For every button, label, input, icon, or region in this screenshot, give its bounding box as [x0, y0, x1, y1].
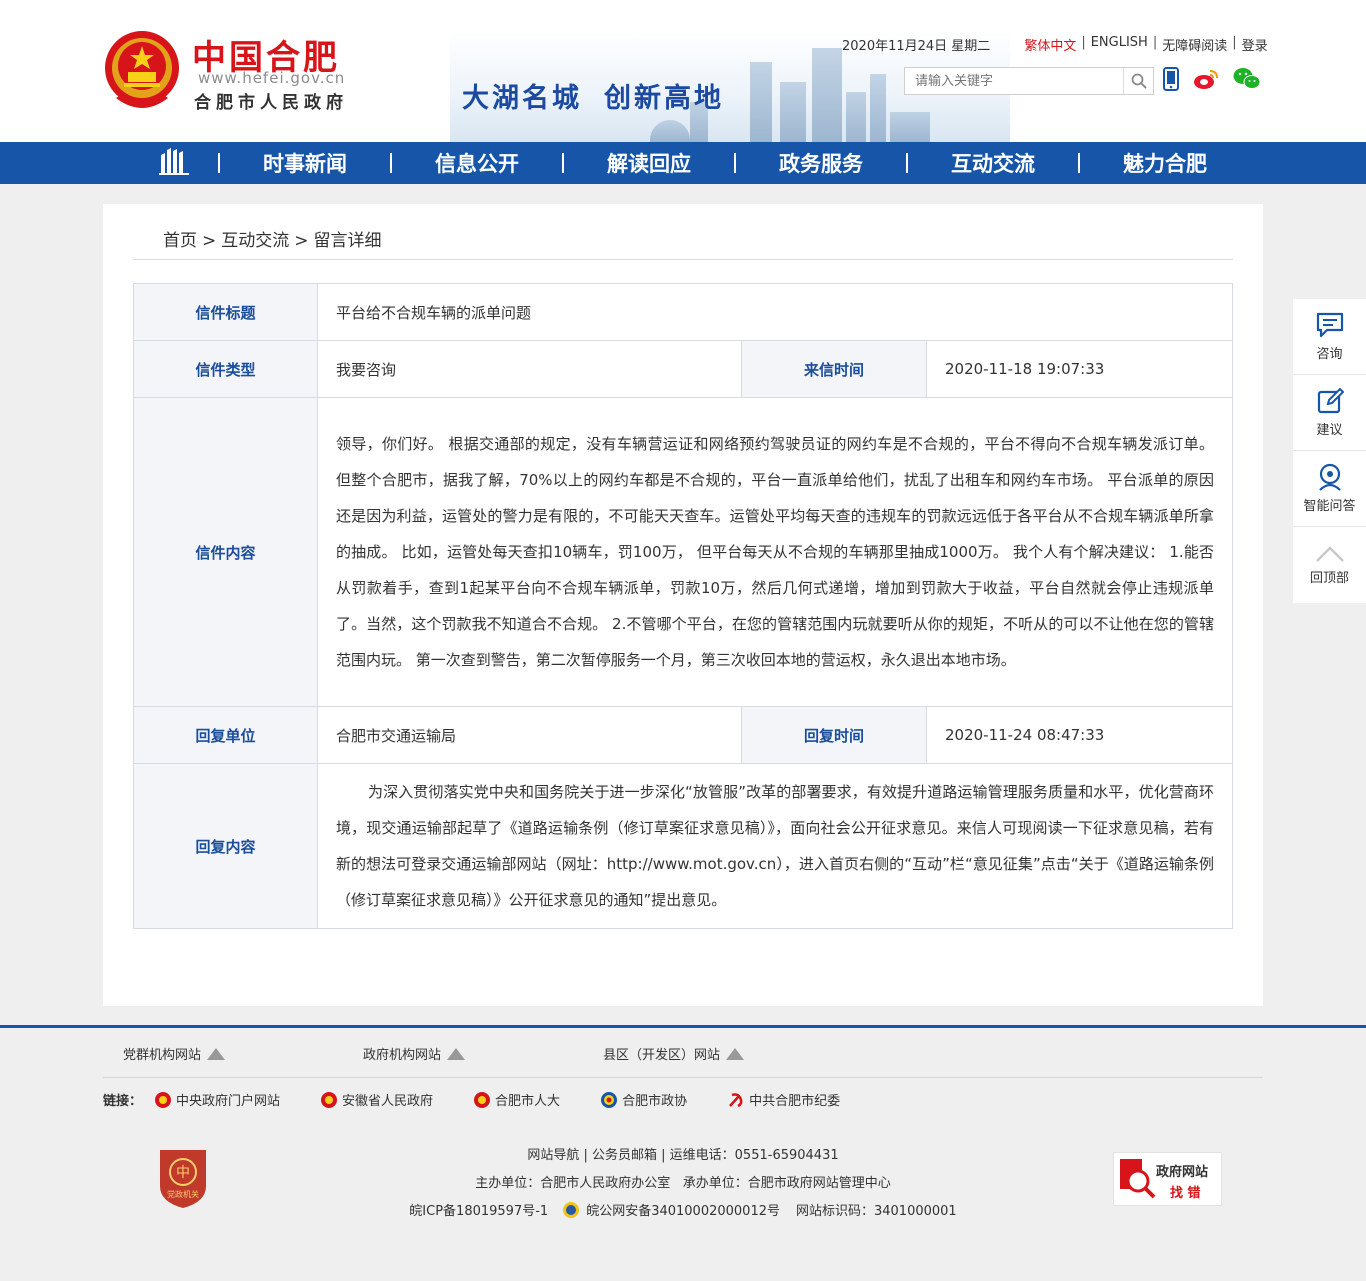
site-group-county-label: 县区（开发区）网站	[603, 1048, 721, 1063]
triangle-up-icon	[726, 1047, 745, 1060]
related-links: 链接： 中央政府门户网站 安徽省人民政府 合肥市人大 合肥市政协 中共合肥市纪委	[103, 1090, 840, 1109]
nav-charm-hefei[interactable]: 魅力合肥	[1080, 148, 1250, 178]
site-header: 中国合肥 www.hefei.gov.cn 合肥市人民政府 大湖名城 创新高地 2…	[0, 0, 1366, 142]
reply-time-label: 回复时间	[741, 706, 927, 764]
traditional-chinese-link[interactable]: 繁体中文	[1024, 35, 1076, 54]
consult-icon	[1316, 312, 1343, 338]
english-link[interactable]: ENGLISH	[1091, 35, 1148, 54]
link-hefei-discipline[interactable]: 中共合肥市纪委	[727, 1090, 840, 1109]
badge-right-top: 政府网站	[1156, 1165, 1209, 1180]
sidebar-consult-label: 咨询	[1316, 347, 1343, 362]
login-link[interactable]: 登录	[1242, 35, 1268, 54]
sidebar-suggest[interactable]: 建议	[1293, 375, 1366, 451]
search-button[interactable]	[1123, 68, 1153, 94]
edit-icon	[1317, 387, 1344, 414]
chevron-up-icon	[1315, 545, 1344, 562]
icp-record[interactable]: 皖ICP备18019597号-1	[409, 1200, 548, 1219]
letter-title-value: 平台给不合规车辆的派单问题	[317, 283, 1233, 341]
sidebar-back-to-top[interactable]: 回顶部	[1293, 527, 1366, 603]
brand-subtitle: 合肥市人民政府	[194, 93, 348, 113]
emblem-icon	[155, 1091, 172, 1108]
slogan-right: 创新高地	[604, 83, 724, 114]
slogan: 大湖名城 创新高地	[462, 76, 724, 115]
sidebar-smart-qa[interactable]: 智能问答	[1293, 451, 1366, 527]
accessible-reading-link[interactable]: 无障碍阅读	[1162, 35, 1227, 54]
smart-qa-icon	[1318, 463, 1341, 491]
floating-sidebar: 咨询 建议 智能问答 回顶部	[1293, 299, 1366, 603]
weibo-icon[interactable]	[1193, 68, 1219, 90]
current-date: 2020年11月24日 星期二	[842, 39, 991, 54]
letter-type-label: 信件类型	[133, 340, 318, 398]
letter-title-label: 信件标题	[133, 283, 318, 341]
link-central-gov[interactable]: 中央政府门户网站	[154, 1090, 280, 1109]
breadcrumb-interaction[interactable]: 互动交流	[221, 231, 289, 251]
emblem-icon	[474, 1091, 491, 1108]
magnifier-report-icon	[1120, 1159, 1156, 1199]
breadcrumb: 首页 > 互动交流 > 留言详细	[163, 231, 382, 251]
main-nav: 时事新闻 信息公开 解读回应 政务服务 互动交流 魅力合肥	[0, 142, 1366, 184]
footer-separator	[103, 1077, 1263, 1078]
police-record[interactable]: 皖公网安备34010002000012号	[586, 1200, 780, 1219]
site-group-party[interactable]: 党群机构网站	[123, 1044, 363, 1063]
social-icons	[1163, 67, 1261, 91]
letter-time-label: 来信时间	[741, 340, 927, 398]
reply-time-value: 2020-11-24 08:47:33	[926, 706, 1233, 764]
mobile-icon[interactable]	[1163, 67, 1179, 91]
sidebar-suggest-label: 建议	[1316, 423, 1343, 438]
letter-time-value: 2020-11-18 19:07:33	[926, 340, 1233, 398]
top-links: 2020年11月24日 星期二 繁体中文 | ENGLISH | 无障碍阅读 |…	[842, 35, 1268, 54]
site-group-county[interactable]: 县区（开发区）网站	[603, 1044, 843, 1063]
party-emblem-icon	[729, 1092, 743, 1107]
search-input[interactable]	[905, 68, 1120, 94]
nav-gov-services[interactable]: 政务服务	[736, 148, 906, 178]
footer-divider	[0, 1025, 1366, 1028]
cppcc-emblem-icon	[601, 1091, 618, 1108]
site-group-party-label: 党群机构网站	[123, 1048, 202, 1063]
breadcrumb-home[interactable]: 首页	[163, 231, 197, 251]
nav-home[interactable]	[130, 147, 218, 180]
nav-interaction[interactable]: 互动交流	[908, 148, 1078, 178]
link-anhui-gov[interactable]: 安徽省人民政府	[320, 1090, 433, 1109]
links-title: 链接：	[103, 1094, 143, 1109]
site-groups: 党群机构网站 政府机构网站 县区（开发区）网站	[123, 1044, 843, 1063]
breadcrumb-current: 留言详细	[313, 231, 382, 251]
triangle-up-icon	[447, 1047, 466, 1060]
wechat-icon[interactable]	[1233, 67, 1261, 91]
reply-content-label: 回复内容	[133, 763, 318, 929]
home-building-icon	[159, 147, 189, 175]
letter-type-value: 我要咨询	[317, 340, 742, 398]
reply-unit-label: 回复单位	[133, 706, 318, 764]
letter-detail-table: 信件标题 平台给不合规车辆的派单问题 信件类型 我要咨询 来信时间 2020-1…	[133, 283, 1233, 929]
reply-content-value: 为深入贯彻落实党中央和国务院关于进一步深化“放管服”改革的部署要求，有效提升道路…	[317, 763, 1233, 929]
content-panel: 首页 > 互动交流 > 留言详细 信件标题 平台给不合规车辆的派单问题 信件类型 我要咨…	[103, 204, 1263, 1006]
reply-unit-value: 合肥市交通运输局	[317, 706, 742, 764]
site-code: 网站标识码：3401000001	[795, 1204, 957, 1219]
breadcrumb-divider	[133, 259, 1233, 260]
link-hefei-cppcc[interactable]: 合肥市政协	[600, 1090, 687, 1109]
emblem-icon	[321, 1091, 338, 1108]
slogan-left: 大湖名城	[462, 83, 582, 114]
link-hefei-npc[interactable]: 合肥市人大	[473, 1090, 560, 1109]
nav-current-news[interactable]: 时事新闻	[220, 148, 390, 178]
gov-site-error-report-badge[interactable]: 政府网站 找 错	[1113, 1152, 1222, 1206]
sidebar-consult[interactable]: 咨询	[1293, 299, 1366, 375]
triangle-up-icon	[207, 1047, 226, 1060]
search-icon	[1131, 73, 1147, 89]
search-box	[904, 67, 1154, 95]
letter-content-label: 信件内容	[133, 397, 318, 707]
site-group-government[interactable]: 政府机构网站	[363, 1044, 603, 1063]
national-emblem-icon	[105, 31, 179, 108]
brand-url: www.hefei.gov.cn	[198, 69, 346, 87]
nav-info-disclosure[interactable]: 信息公开	[392, 148, 562, 178]
badge-right-bottom: 找 错	[1170, 1186, 1201, 1201]
police-badge-icon	[563, 1201, 580, 1218]
sidebar-back-to-top-label: 回顶部	[1309, 570, 1349, 586]
site-group-government-label: 政府机构网站	[363, 1048, 442, 1063]
letter-content-value: 领导，你们好。 根据交通部的规定，没有车辆营运证和网络预约驾驶员证的网约车是不合…	[317, 397, 1233, 707]
sidebar-smart-qa-label: 智能问答	[1303, 499, 1356, 514]
nav-interpretation[interactable]: 解读回应	[564, 148, 734, 178]
